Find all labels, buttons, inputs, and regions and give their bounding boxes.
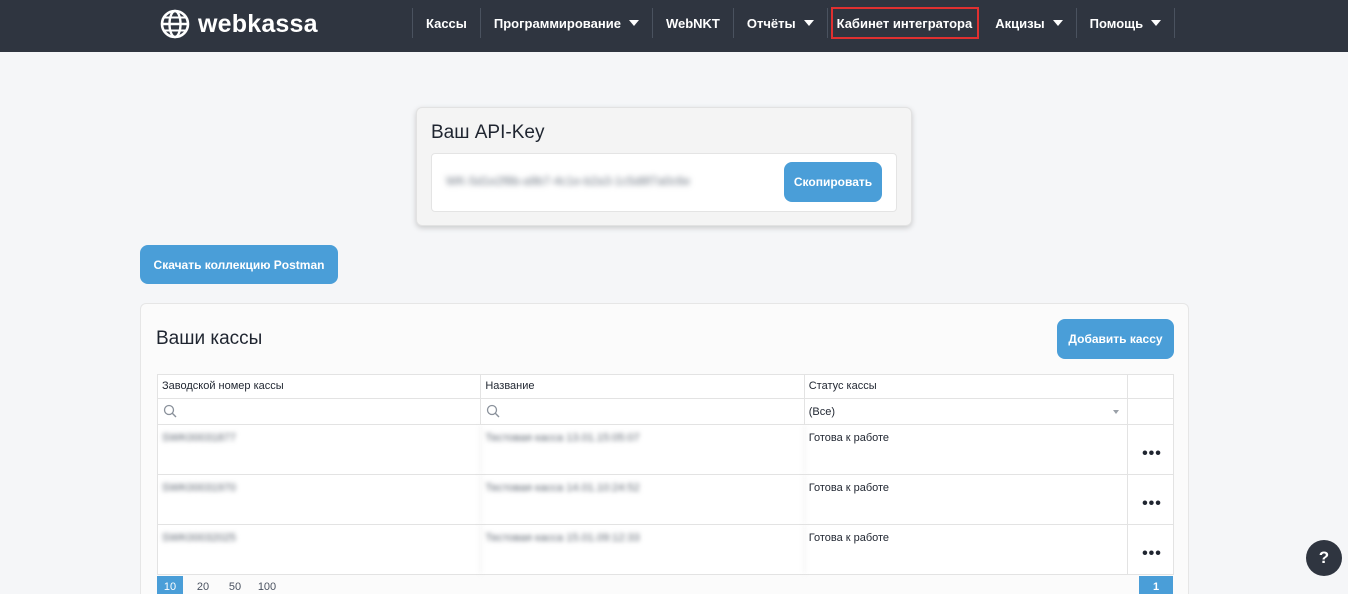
kassy-title: Ваши кассы — [156, 328, 263, 349]
caret-down-icon — [1151, 20, 1162, 26]
more-dots-icon[interactable]: ••• — [1142, 495, 1162, 513]
page-number-button[interactable]: 1 — [1139, 576, 1173, 594]
nav-item-excise[interactable]: Акцизы — [982, 8, 1077, 38]
api-key-value: WK-5d1e2f8b-a9b7-4c1e-b2a3-1c5d8f7a0c6e — [446, 174, 691, 188]
table-row[interactable]: SWK00032025 Тестовая касса 15.01.09:12:3… — [158, 525, 1173, 574]
add-kassa-button[interactable]: Добавить кассу — [1057, 319, 1174, 359]
table-filter-row: (Все) — [158, 399, 1173, 425]
table-header: Заводской номер кассы Название Статус ка… — [158, 375, 1173, 399]
nav-item-kassy[interactable]: Кассы — [412, 8, 481, 38]
api-key-title: Ваш API-Key — [431, 122, 545, 143]
nav-item-label: Кассы — [426, 15, 467, 31]
nav-item-reports[interactable]: Отчёты — [734, 8, 828, 38]
nav-item-label: Акцизы — [995, 15, 1045, 31]
kassy-panel: Ваши кассы Добавить кассу Заводской номе… — [140, 303, 1189, 594]
caret-down-icon — [1113, 410, 1120, 414]
serial-filter-input[interactable] — [158, 399, 482, 424]
kassa-name: Тестовая касса 13.01.15:05:07 — [481, 425, 805, 474]
nav-item-webnkt[interactable]: WebNKT — [653, 8, 734, 38]
main-nav: Кассы Программирование WebNKT Отчёты Каб… — [412, 7, 1176, 39]
kassa-name: Тестовая касса 14.01.10:24:52 — [481, 475, 805, 524]
top-navbar: webkassa Кассы Программирование WebNKT О… — [0, 0, 1348, 52]
nav-item-label: Программирование — [493, 15, 621, 31]
kassa-serial: SWK00031877 — [158, 425, 482, 474]
status-filter-value: (Все) — [808, 406, 835, 418]
nav-item-label: Отчёты — [746, 15, 796, 31]
column-header-actions — [1128, 375, 1173, 398]
api-key-card: Ваш API-Key WK-5d1e2f8b-a9b7-4c1e-b2a3-1… — [416, 107, 912, 226]
brand-name: webkassa — [198, 9, 318, 38]
brand-logo[interactable]: webkassa — [160, 9, 318, 39]
nav-item-programming[interactable]: Программирование — [481, 8, 653, 38]
page-size-selector: 10 20 50 100 — [157, 576, 283, 594]
column-header-serial[interactable]: Заводской номер кассы — [158, 375, 482, 398]
row-actions-cell: ••• — [1128, 525, 1173, 574]
search-icon — [163, 404, 177, 421]
copy-api-key-button[interactable]: Скопировать — [784, 162, 882, 202]
kassa-serial: SWK00032025 — [158, 525, 482, 574]
page-size-50[interactable]: 50 — [219, 576, 251, 594]
globe-icon — [160, 9, 190, 39]
page-size-10[interactable]: 10 — [157, 576, 183, 594]
api-key-box: WK-5d1e2f8b-a9b7-4c1e-b2a3-1c5d8f7a0c6e … — [431, 153, 897, 212]
table-row[interactable]: SWK00031970 Тестовая касса 14.01.10:24:5… — [158, 475, 1173, 525]
page-size-100[interactable]: 100 — [251, 576, 283, 594]
kassy-table: Заводской номер кассы Название Статус ка… — [157, 374, 1174, 575]
row-actions-cell: ••• — [1128, 425, 1173, 474]
nav-item-label: WebNKT — [665, 15, 720, 31]
search-icon — [486, 404, 500, 421]
question-icon: ? — [1318, 548, 1330, 567]
row-actions-cell: ••• — [1128, 475, 1173, 524]
help-button[interactable]: ? — [1306, 540, 1342, 576]
nav-item-integrator-cabinet[interactable]: Кабинет интегратора — [830, 7, 980, 39]
caret-down-icon — [1052, 20, 1063, 26]
nav-item-help[interactable]: Помощь — [1077, 8, 1176, 38]
kassa-name: Тестовая касса 15.01.09:12:33 — [481, 525, 805, 574]
kassa-serial: SWK00031970 — [158, 475, 482, 524]
more-dots-icon[interactable]: ••• — [1142, 445, 1162, 463]
status-filter-select[interactable]: (Все) — [805, 399, 1129, 424]
filter-actions-cell — [1128, 399, 1173, 424]
column-header-name[interactable]: Название — [481, 375, 805, 398]
table-row[interactable]: SWK00031877 Тестовая касса 13.01.15:05:0… — [158, 425, 1173, 475]
page-size-20[interactable]: 20 — [187, 576, 219, 594]
download-postman-button[interactable]: Скачать коллекцию Postman — [140, 245, 338, 284]
name-filter-input[interactable] — [481, 399, 805, 424]
kassa-status: Готова к работе — [805, 525, 1129, 574]
kassa-status: Готова к работе — [805, 475, 1129, 524]
nav-item-label: Кабинет интегратора — [836, 15, 973, 31]
more-dots-icon[interactable]: ••• — [1142, 545, 1162, 563]
caret-down-icon — [803, 20, 814, 26]
column-header-status[interactable]: Статус кассы — [805, 375, 1129, 398]
nav-item-label: Помощь — [1089, 15, 1144, 31]
caret-down-icon — [628, 20, 639, 26]
kassa-status: Готова к работе — [805, 425, 1129, 474]
